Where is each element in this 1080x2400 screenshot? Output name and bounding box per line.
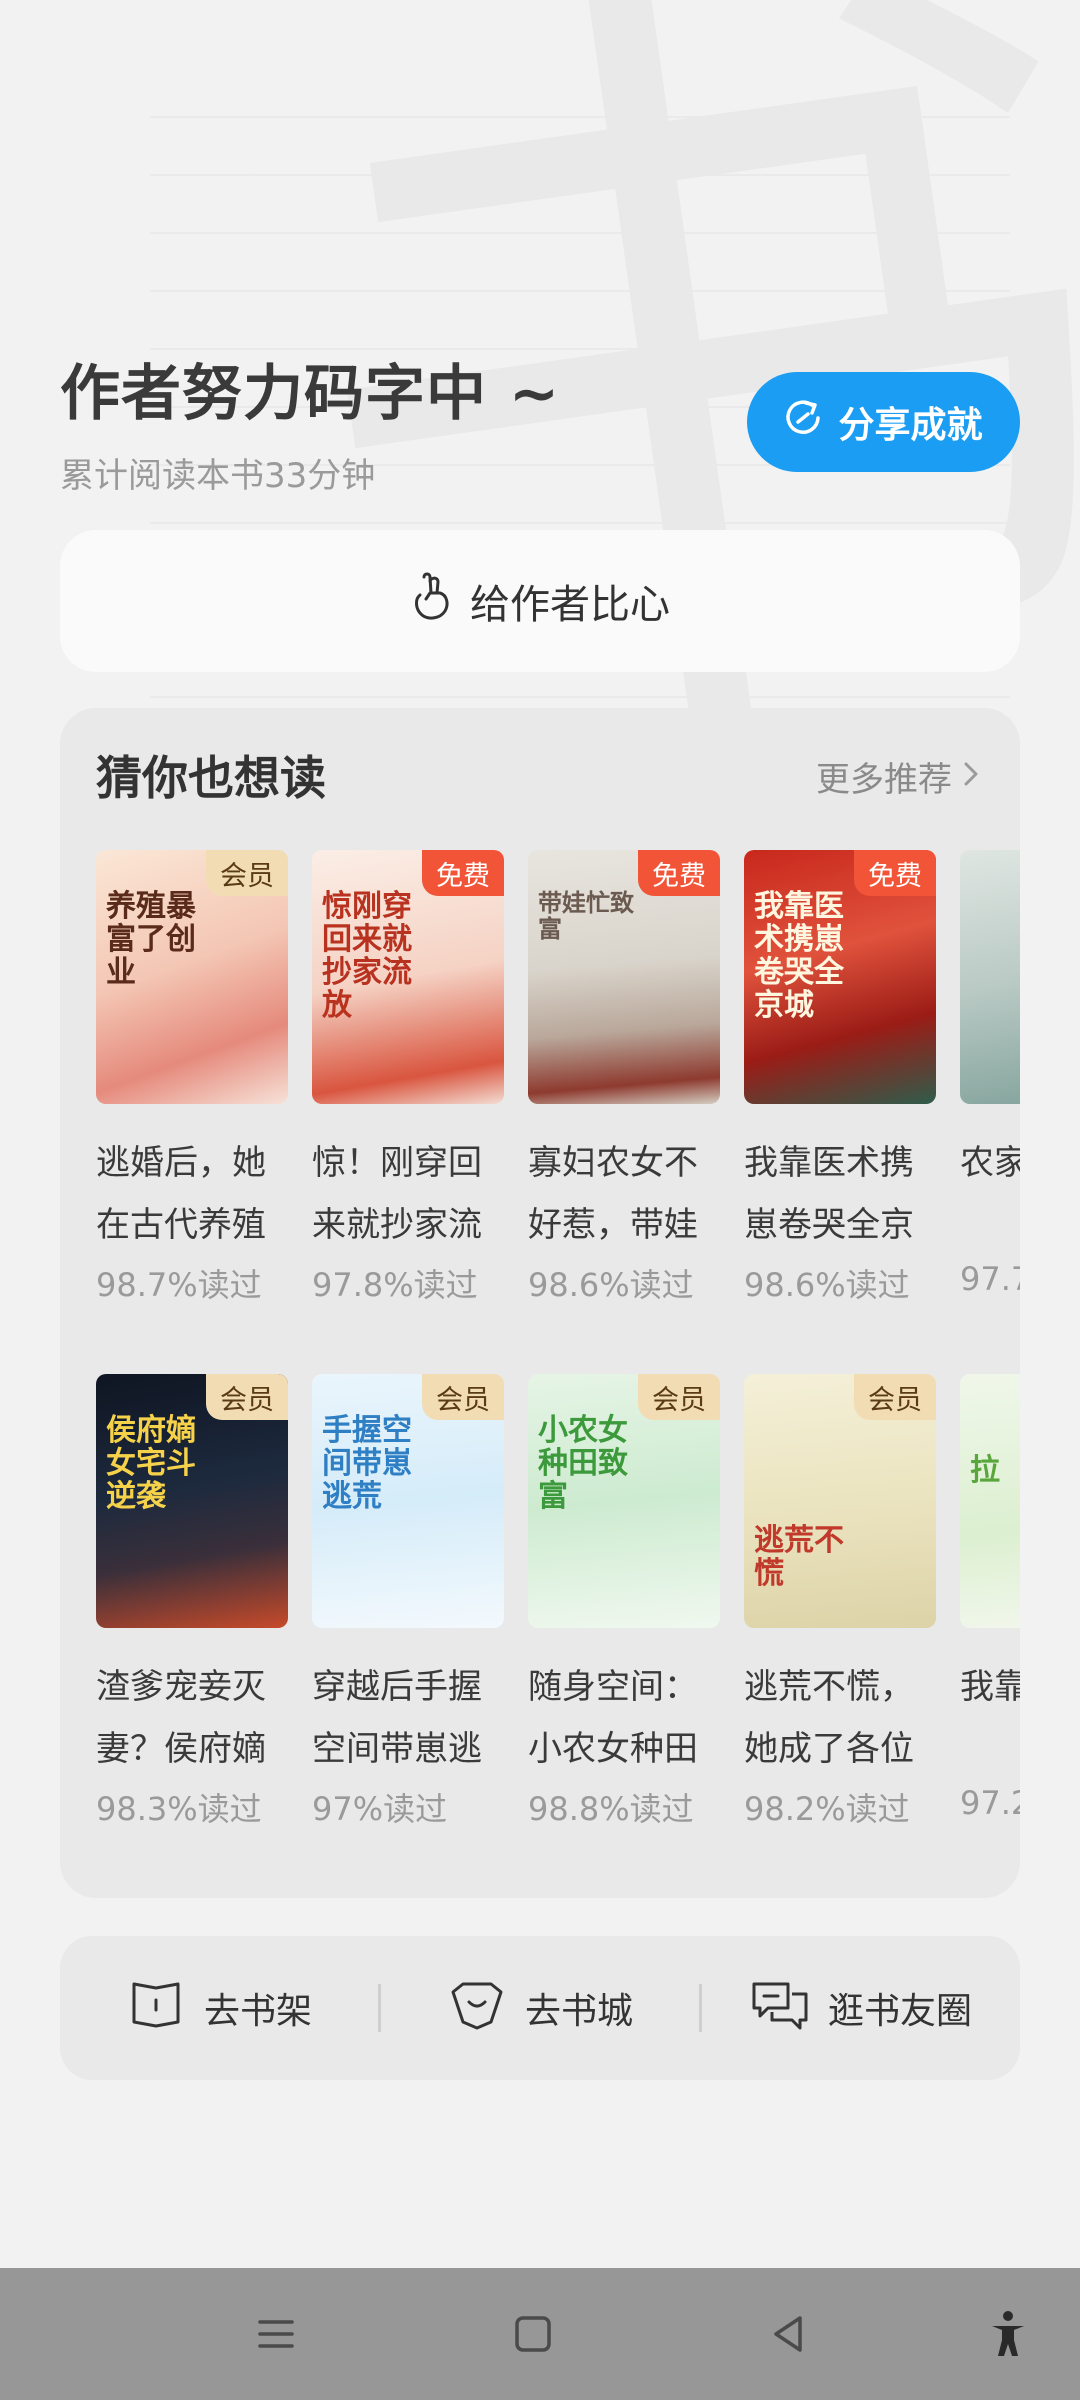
book-card[interactable]: 小农女种田致富 会员 随身空间：小农女种田 98.8%读过 (528, 1374, 720, 1830)
more-recommend-label: 更多推荐 (816, 760, 952, 800)
finger-heart-icon (410, 571, 454, 631)
read-rate: 98.7%读过 (96, 1266, 262, 1304)
give-heart-button[interactable]: 给作者比心 (60, 530, 1020, 672)
book-card[interactable]: 惊刚穿回来就抄家流放 免费 惊！刚穿回来就抄家流 97.8%读过 (312, 850, 504, 1306)
vip-badge: 会员 (638, 1374, 720, 1420)
read-rate: 98.8%读过 (528, 1790, 694, 1828)
vip-badge: 会员 (422, 1374, 504, 1420)
cover-title: 我靠医术携崽卷哭全京城 (754, 889, 844, 1023)
book-title: 随身空间：小农女种田 (528, 1667, 698, 1769)
read-rate: 97.8%读过 (312, 1266, 478, 1304)
vip-badge: 会员 (206, 850, 288, 896)
book-friends-circle-button[interactable]: 逛书友圈 (702, 1976, 1020, 2041)
read-rate: 98.3%读过 (96, 1790, 262, 1828)
share-icon (784, 398, 824, 447)
go-bookshelf-label: 去书架 (203, 1991, 312, 2032)
free-badge: 免费 (854, 850, 936, 896)
home-icon[interactable] (503, 2304, 563, 2364)
store-icon (447, 1976, 507, 2041)
book-card[interactable]: 带娃忙致富 免费 寡妇农女不好惹，带娃 98.6%读过 (528, 850, 720, 1306)
cover-title: 带娃忙致富 (538, 888, 634, 944)
cover-title: 养殖暴富了创业 (106, 889, 196, 990)
menu-icon[interactable] (246, 2304, 306, 2364)
book-card[interactable]: 侯府嫡女宅斗逆袭 会员 渣爹宠妾灭妻？侯府嫡 98.3%读过 (96, 1374, 288, 1830)
page-title: 作者努力码字中 ~ (60, 359, 561, 429)
book-cover: 我靠医术携崽卷哭全京城 免费 (744, 850, 936, 1104)
reading-time: 累计阅读本书33分钟 (60, 456, 376, 496)
go-bookstore-button[interactable]: 去书城 (381, 1976, 699, 2041)
book-card[interactable]: 我靠医术携崽卷哭全京城 免费 我靠医术携崽卷哭全京 98.6%读过 (744, 850, 936, 1306)
book-title: 我靠成了 (960, 1667, 1020, 1707)
book-title: 渣爹宠妾灭妻？侯府嫡 (96, 1667, 266, 1769)
give-heart-label: 给作者比心 (470, 582, 670, 628)
book-cover: 逃荒不慌 会员 (744, 1374, 936, 1628)
recommend-title: 猜你也想读 (96, 751, 326, 805)
go-bookstore-label: 去书城 (524, 1991, 633, 2032)
share-label: 分享成就 (838, 405, 983, 446)
free-badge: 免费 (422, 850, 504, 896)
book-title: 寡妇农女不好惹，带娃 (528, 1143, 698, 1245)
system-navigation-bar (0, 2268, 1080, 2400)
book-cover: 小农女种田致富 会员 (528, 1374, 720, 1628)
book-title: 逃荒不慌，她成了各位 (744, 1667, 914, 1769)
book-title: 逃婚后，她在古代养殖 (96, 1143, 266, 1245)
cover-title: 拉 (970, 1453, 1000, 1488)
book-card[interactable]: 逃荒不慌 会员 逃荒不慌，她成了各位 98.2%读过 (744, 1374, 936, 1830)
book-cover: 侯府嫡女宅斗逆袭 会员 (96, 1374, 288, 1628)
bottom-action-bar: 去书架 去书城 逛书友圈 (60, 1936, 1020, 2080)
cover-title: 惊刚穿回来就抄家流放 (322, 889, 412, 1023)
book-title: 惊！刚穿回来就抄家流 (312, 1143, 482, 1245)
cover-title: 侯府嫡女宅斗逆袭 (106, 1413, 196, 1514)
book-card[interactable]: 手握空间带崽逃荒 会员 穿越后手握空间带崽逃 97%读过 (312, 1374, 504, 1830)
book-title: 穿越后手握空间带崽逃 (312, 1667, 482, 1769)
read-rate: 98.6%读过 (528, 1266, 694, 1304)
back-icon[interactable] (760, 2304, 820, 2364)
go-bookshelf-button[interactable]: 去书架 (60, 1976, 378, 2041)
book-card[interactable]: 农家我穿 97.7 (960, 850, 1020, 1298)
read-rate: 97%读过 (312, 1790, 448, 1828)
chevron-right-icon (962, 757, 980, 797)
book-cover: 带娃忙致富 免费 (528, 850, 720, 1104)
book-cover: 惊刚穿回来就抄家流放 免费 (312, 850, 504, 1104)
book-card[interactable]: 养殖暴富了创业 会员 逃婚后，她在古代养殖 98.7%读过 (96, 850, 288, 1306)
share-achievement-button[interactable]: 分享成就 (747, 372, 1020, 472)
book-cover (960, 850, 1020, 1104)
more-recommend-link[interactable]: 更多推荐 (816, 752, 980, 801)
book-cover: 拉 (960, 1374, 1020, 1628)
accessibility-icon[interactable] (978, 2304, 1038, 2364)
read-rate: 98.2%读过 (744, 1790, 910, 1828)
book-title: 我靠医术携崽卷哭全京 (744, 1143, 914, 1245)
book-card[interactable]: 拉 我靠成了 97.2 (960, 1374, 1020, 1822)
book-cover: 养殖暴富了创业 会员 (96, 850, 288, 1104)
cover-title: 小农女种田致富 (538, 1413, 628, 1514)
cover-title: 手握空间带崽逃荒 (322, 1413, 412, 1514)
read-rate: 97.7 (960, 1260, 1020, 1298)
cover-title: 逃荒不慌 (754, 1523, 844, 1591)
book-cover: 手握空间带崽逃荒 会员 (312, 1374, 504, 1628)
chat-icon (750, 1976, 810, 2041)
book-icon (126, 1976, 186, 2041)
recommend-panel: 猜你也想读 更多推荐 养殖暴富了创业 会员 逃婚后，她在古代养殖 98.7%读过… (60, 708, 1020, 1898)
read-rate: 97.2 (960, 1784, 1020, 1822)
book-friends-circle-label: 逛书友圈 (827, 1991, 972, 2032)
vip-badge: 会员 (206, 1374, 288, 1420)
free-badge: 免费 (638, 850, 720, 896)
book-title: 农家我穿 (960, 1143, 1020, 1183)
read-rate: 98.6%读过 (744, 1266, 910, 1304)
vip-badge: 会员 (854, 1374, 936, 1420)
